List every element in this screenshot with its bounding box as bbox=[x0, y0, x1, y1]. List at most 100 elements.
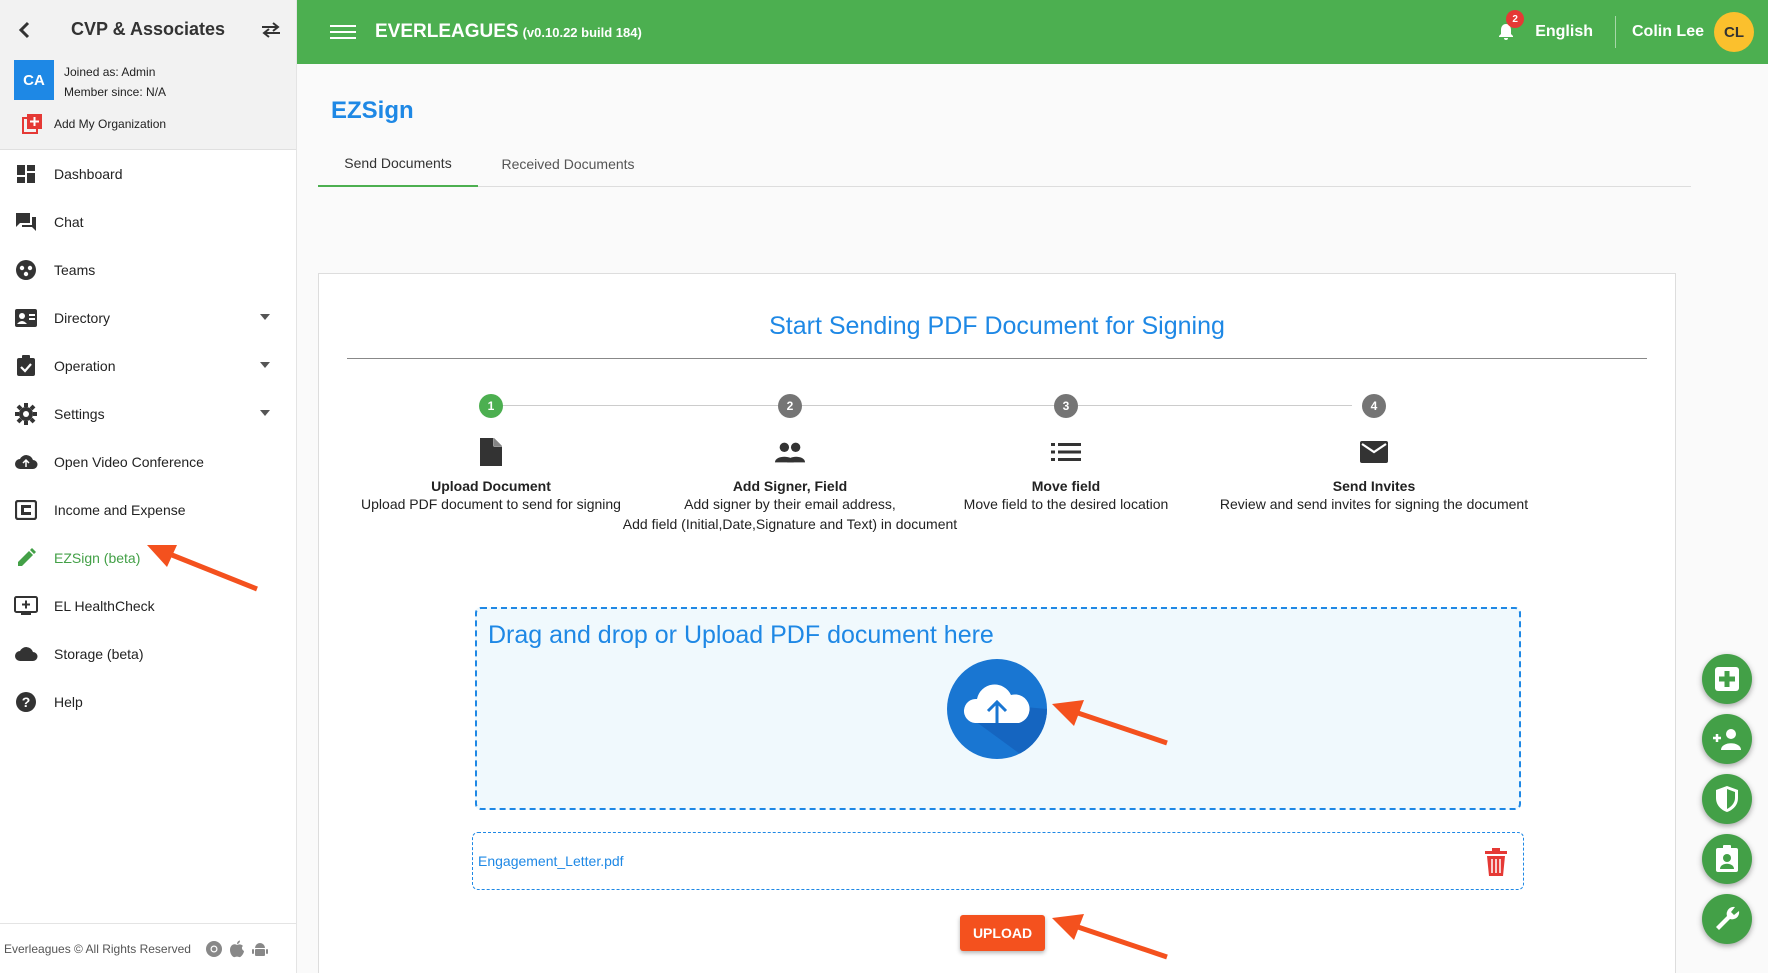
language-selector[interactable]: English bbox=[1535, 23, 1593, 41]
sidebar-item-healthcheck[interactable]: EL HealthCheck bbox=[0, 582, 296, 630]
sidebar-item-label: Chat bbox=[54, 214, 84, 230]
org-name: CVP & Associates bbox=[70, 19, 226, 39]
sidebar-item-label: Operation bbox=[54, 358, 116, 374]
org-header: CVP & Associates CA Joined as: Admin Mem… bbox=[0, 0, 296, 150]
top-app-bar: EVERLEAGUES (v0.10.22 build 184) 2 Englis… bbox=[297, 0, 1768, 64]
sidebar-item-label: Open Video Conference bbox=[54, 454, 204, 470]
hamburger-menu-icon[interactable] bbox=[330, 22, 356, 42]
sidebar-item-help[interactable]: ? Help bbox=[0, 678, 296, 726]
list-icon bbox=[1050, 436, 1082, 468]
sidebar-item-label: Storage (beta) bbox=[54, 646, 144, 662]
contacts-icon bbox=[14, 306, 38, 330]
people-icon bbox=[774, 436, 806, 468]
sidebar-item-income-expense[interactable]: Income and Expense bbox=[0, 486, 296, 534]
teams-icon bbox=[14, 258, 38, 282]
chat-icon bbox=[14, 210, 38, 234]
swap-icon bbox=[262, 22, 280, 38]
add-person-icon bbox=[1713, 729, 1741, 750]
org-meta: Joined as: Admin Member since: N/A bbox=[64, 62, 166, 102]
sidebar-item-label: Settings bbox=[54, 406, 105, 422]
cloud-icon bbox=[14, 450, 38, 474]
selected-file-name[interactable]: Engagement_Letter.pdf bbox=[478, 853, 624, 869]
step-send-invites: 4 Send Invites Review and send invites f… bbox=[1164, 394, 1584, 514]
app-name: EVERLEAGUES bbox=[375, 21, 519, 42]
shield-icon bbox=[1716, 786, 1738, 812]
monitor-plus-icon bbox=[14, 594, 38, 618]
user-name[interactable]: Colin Lee bbox=[1632, 23, 1704, 41]
wrench-icon bbox=[1716, 906, 1740, 930]
add-person-button[interactable] bbox=[1702, 714, 1752, 764]
gear-icon bbox=[14, 402, 38, 426]
add-medical-icon bbox=[1715, 667, 1739, 691]
contact-badge-button[interactable] bbox=[1702, 834, 1752, 884]
notifications-button[interactable]: 2 bbox=[1493, 10, 1525, 45]
card-divider bbox=[347, 358, 1647, 359]
dashboard-icon bbox=[14, 162, 38, 186]
contact-badge-icon bbox=[1716, 845, 1738, 872]
sidebar-item-video-conference[interactable]: Open Video Conference bbox=[0, 438, 296, 486]
platform-icons bbox=[205, 940, 269, 958]
step-number: 4 bbox=[1362, 394, 1386, 418]
tools-button[interactable] bbox=[1702, 894, 1752, 944]
chevron-down-icon bbox=[260, 410, 270, 416]
step-desc: Review and send invites for signing the … bbox=[1219, 496, 1529, 512]
add-org-button[interactable]: Add My Organization bbox=[22, 114, 166, 134]
help-icon: ? bbox=[14, 690, 38, 714]
sidebar-item-label: EL HealthCheck bbox=[54, 598, 155, 614]
app-version: (v0.10.22 build 184) bbox=[522, 25, 642, 40]
step-number: 3 bbox=[1054, 394, 1078, 418]
sidebar-nav: Dashboard Chat Teams Directory Operation… bbox=[0, 150, 296, 726]
step-number: 2 bbox=[778, 394, 802, 418]
mail-icon bbox=[1358, 436, 1390, 468]
pdf-dropzone[interactable]: Drag and drop or Upload PDF document her… bbox=[475, 607, 1521, 810]
sidebar-footer: Everleagues © All Rights Reserved bbox=[0, 923, 296, 973]
joined-as-text: Joined as: Admin bbox=[64, 65, 156, 79]
trash-icon[interactable] bbox=[1483, 847, 1509, 877]
apple-icon[interactable] bbox=[229, 940, 245, 958]
topbar-divider bbox=[1614, 16, 1616, 48]
cloud-storage-icon bbox=[14, 642, 38, 666]
upload-button[interactable]: UPLOAD bbox=[960, 915, 1045, 951]
ledger-icon bbox=[14, 498, 38, 522]
step-title: Send Invites bbox=[1332, 478, 1416, 494]
sidebar-item-label: Dashboard bbox=[54, 166, 123, 182]
svg-text:?: ? bbox=[22, 694, 31, 710]
sidebar-item-label: Income and Expense bbox=[54, 502, 186, 518]
org-avatar: CA bbox=[14, 60, 54, 100]
tab-send-documents[interactable]: Send Documents bbox=[318, 141, 478, 187]
sidebar: CVP & Associates CA Joined as: Admin Mem… bbox=[0, 0, 297, 973]
step-desc: Add field (Initial,Date,Signature and Te… bbox=[622, 516, 958, 532]
step-number: 1 bbox=[479, 394, 503, 418]
sidebar-item-label: Teams bbox=[54, 262, 96, 278]
sidebar-item-directory[interactable]: Directory bbox=[0, 294, 296, 342]
chrome-icon[interactable] bbox=[205, 940, 223, 958]
file-icon bbox=[475, 436, 507, 468]
sidebar-item-dashboard[interactable]: Dashboard bbox=[0, 150, 296, 198]
topbar-actions: 2 English Colin Lee CL bbox=[1493, 0, 1754, 64]
cloud-upload-icon[interactable] bbox=[947, 659, 1047, 759]
sidebar-item-ezsign[interactable]: EZSign (beta) bbox=[0, 534, 296, 582]
ezsign-tabs: Send Documents Received Documents bbox=[318, 141, 1691, 187]
sidebar-item-teams[interactable]: Teams bbox=[0, 246, 296, 294]
card-title: Start Sending PDF Document for Signing bbox=[769, 312, 1225, 340]
clipboard-check-icon bbox=[14, 354, 38, 378]
copyright-text: Everleagues © All Rights Reserved bbox=[4, 941, 191, 956]
add-org-label: Add My Organization bbox=[54, 117, 167, 131]
security-button[interactable] bbox=[1702, 774, 1752, 824]
page-title: EZSign bbox=[331, 97, 414, 124]
switch-org-button[interactable] bbox=[258, 18, 284, 42]
tab-received-documents[interactable]: Received Documents bbox=[478, 141, 658, 187]
sidebar-item-chat[interactable]: Chat bbox=[0, 198, 296, 246]
android-icon[interactable] bbox=[251, 940, 269, 958]
sidebar-item-label: Directory bbox=[54, 310, 111, 326]
add-medical-button[interactable] bbox=[1702, 654, 1752, 704]
add-box-icon bbox=[22, 114, 42, 134]
user-avatar[interactable]: CL bbox=[1714, 12, 1754, 52]
sidebar-item-settings[interactable]: Settings bbox=[0, 390, 296, 438]
sidebar-item-operation[interactable]: Operation bbox=[0, 342, 296, 390]
selected-file-row: Engagement_Letter.pdf bbox=[472, 832, 1524, 890]
chevron-down-icon bbox=[260, 362, 270, 368]
sidebar-item-storage[interactable]: Storage (beta) bbox=[0, 630, 296, 678]
member-since-text: Member since: N/A bbox=[64, 85, 167, 99]
dropzone-text: Drag and drop or Upload PDF document her… bbox=[488, 621, 994, 649]
